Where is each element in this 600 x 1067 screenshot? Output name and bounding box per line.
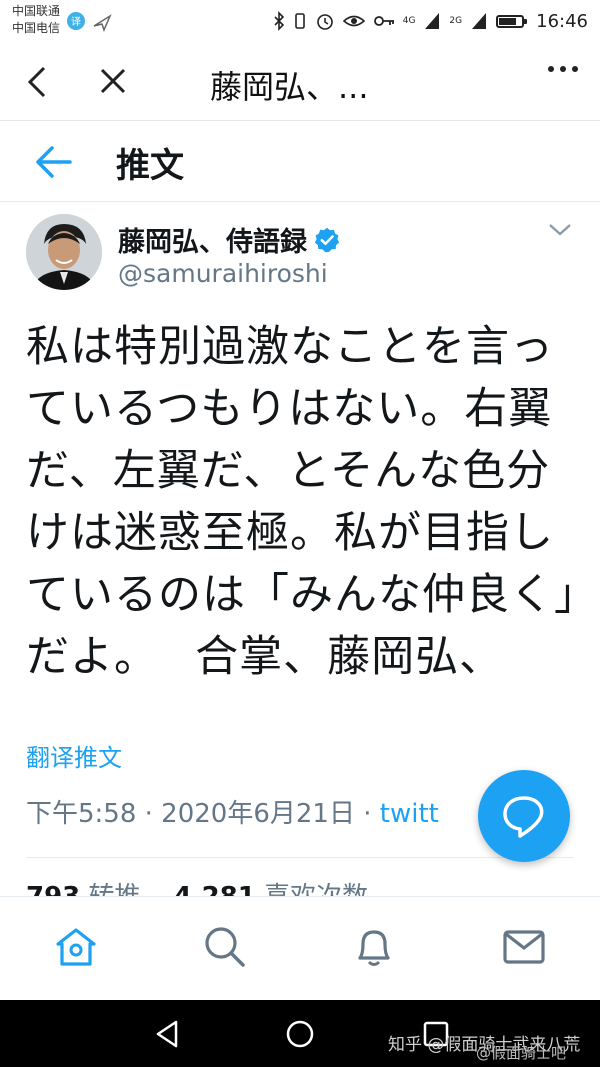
display-name-row[interactable]: 藤岡弘、侍語録: [118, 220, 341, 259]
search-icon[interactable]: [200, 922, 248, 970]
vibrate-icon: [294, 13, 305, 29]
hd-badge-icon: 译: [67, 12, 85, 30]
display-name[interactable]: 藤岡弘、侍語録: [118, 220, 307, 259]
alarm-icon: [316, 14, 333, 30]
tweet-header: [0, 121, 600, 202]
key-icon: [373, 16, 394, 26]
reply-bubble-icon: [503, 796, 544, 838]
nav-back-icon[interactable]: [152, 1018, 184, 1050]
battery-icon: [496, 14, 528, 28]
svg-text:译: 译: [71, 16, 81, 28]
home-icon[interactable]: [52, 922, 100, 970]
bluetooth-icon: [274, 11, 284, 31]
avatar[interactable]: [26, 214, 102, 290]
net-4g-label: 4G: [402, 15, 416, 26]
carrier-1: 中国联通: [12, 4, 61, 18]
verified-badge-icon: [314, 227, 340, 252]
more-dot: [572, 66, 578, 72]
messages-icon[interactable]: [500, 922, 548, 970]
status-bar: 中国联通 中国电信 译 4G 2G 16:46: [0, 0, 600, 44]
status-time: 16:46: [536, 10, 588, 32]
back-arrow-icon[interactable]: [34, 144, 74, 180]
avatar-image: [26, 214, 102, 290]
tweet-meta: 下午5:58 · 2020年6月21日 · twitt: [26, 793, 439, 830]
tweet-stats[interactable]: 793 转推 4,281 喜欢次数: [26, 876, 368, 898]
watermark-line-2: @假面骑士吧: [476, 1044, 567, 1062]
notifications-icon[interactable]: [350, 922, 398, 970]
eye-icon: [342, 15, 365, 27]
close-icon[interactable]: [98, 66, 128, 96]
more-menu-icon[interactable]: [548, 66, 578, 72]
carrier-2: 中国电信: [12, 21, 61, 35]
status-icons: 4G 2G 16:46: [273, 9, 588, 33]
more-dot: [548, 66, 554, 72]
signal-2-icon: [472, 13, 487, 29]
battery-level: [499, 17, 517, 25]
airplane-icon: [93, 14, 112, 32]
translate-link[interactable]: 翻译推文: [26, 738, 122, 773]
tweet-source-link[interactable]: twitt: [380, 799, 439, 829]
chevron-down-icon[interactable]: [548, 218, 572, 242]
nav-home-icon[interactable]: [284, 1018, 316, 1050]
more-dot: [560, 66, 566, 72]
browser-title: 藤岡弘、...: [210, 68, 369, 106]
user-handle[interactable]: @samuraihiroshi: [118, 259, 328, 288]
page-title: 推文: [116, 146, 184, 186]
tweet-text: 私は特別過激なことを言っているつもりはない。右翼だ、左翼だ、とそんな色分けは迷惑…: [26, 322, 577, 682]
reply-fab[interactable]: [478, 770, 570, 862]
net-2g-label: 2G: [449, 15, 463, 26]
browser-back-icon[interactable]: [24, 64, 52, 100]
signal-1-icon: [425, 13, 440, 29]
timestamp: 下午5:58 · 2020年6月21日 ·: [26, 799, 380, 829]
